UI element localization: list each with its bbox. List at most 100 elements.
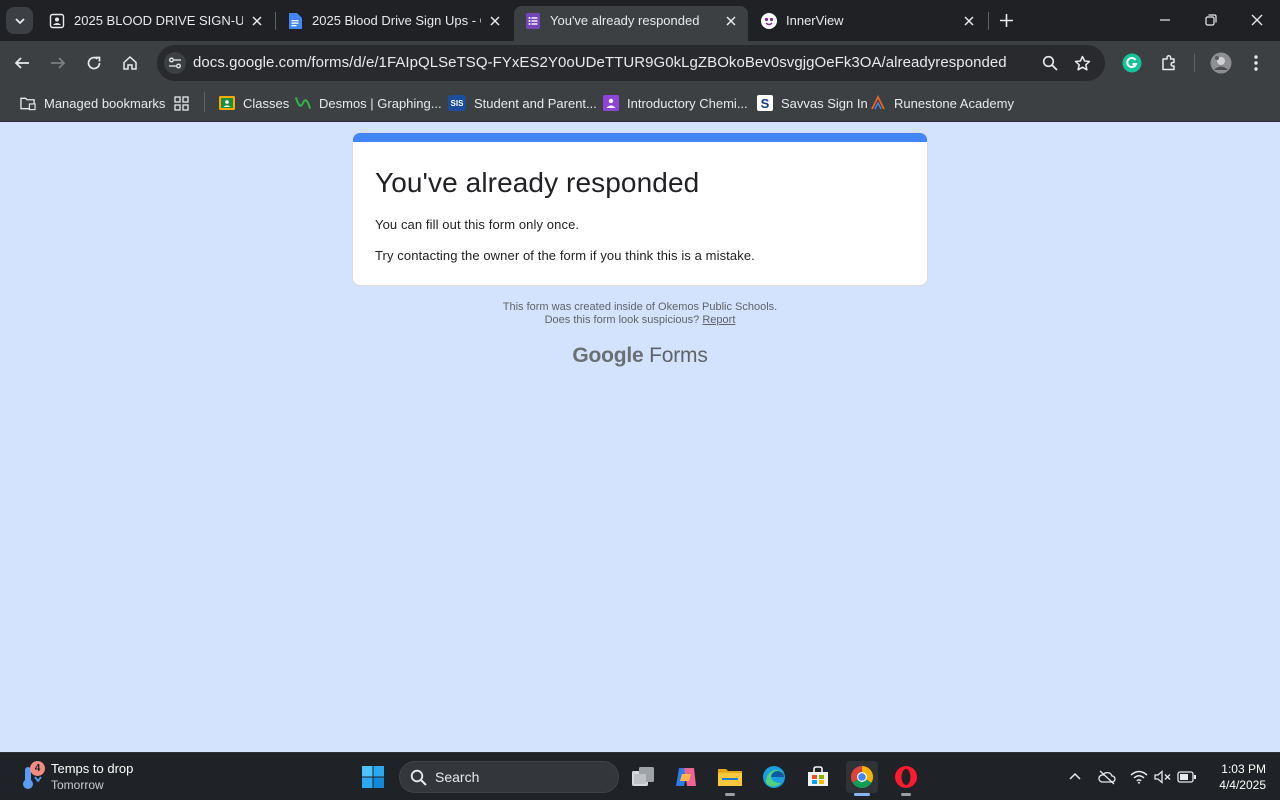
bookmark-star-icon[interactable]: [1073, 54, 1091, 72]
browser-menu-button[interactable]: [1244, 51, 1268, 75]
site-info-icon[interactable]: [164, 52, 186, 74]
bookmark-desmos[interactable]: Desmos | Graphing...: [295, 91, 442, 115]
desmos-icon: [295, 95, 311, 111]
volume-tray-button[interactable]: [1153, 767, 1173, 787]
google-docs-icon: [287, 12, 303, 29]
address-bar[interactable]: docs.google.com/forms/d/e/1FAIpQLSeTSQ-F…: [157, 45, 1105, 81]
start-button[interactable]: [357, 761, 389, 793]
profile-avatar[interactable]: [1209, 51, 1233, 75]
wifi-icon: [1130, 770, 1148, 784]
opera-icon: [895, 766, 917, 788]
tab-innerview[interactable]: InnerView: [750, 6, 986, 35]
zoom-search-icon[interactable]: [1041, 54, 1059, 72]
clock-time: 1:03 PM: [1221, 762, 1266, 776]
onedrive-tray-button[interactable]: [1097, 767, 1117, 787]
taskbar-search-box[interactable]: Search: [399, 761, 619, 793]
edge-button[interactable]: [758, 761, 790, 793]
home-icon: [123, 55, 137, 70]
back-button[interactable]: [10, 51, 34, 75]
suspicious-notice: Does this form look suspicious? Report: [352, 314, 928, 326]
tab-title: 2025 Blood Drive Sign Ups - Goo: [312, 13, 481, 28]
tab-blood-drive-doc[interactable]: 2025 Blood Drive Sign Ups - Goo: [276, 6, 512, 35]
report-link[interactable]: Report: [702, 314, 735, 326]
close-tab-icon[interactable]: [961, 13, 977, 29]
google-forms-icon: [525, 13, 541, 29]
store-icon: [808, 766, 828, 786]
task-view-button[interactable]: [627, 761, 659, 793]
tab-already-responded[interactable]: You've already responded: [514, 6, 748, 41]
new-tab-button[interactable]: [997, 11, 1015, 29]
system-clock[interactable]: 1:03 PM 4/4/2025: [1206, 761, 1266, 793]
bookmark-label: Runestone Academy: [894, 95, 1014, 111]
chevron-down-icon: [14, 17, 25, 24]
show-hidden-icons-button[interactable]: [1065, 767, 1085, 787]
restore-button[interactable]: [1201, 10, 1221, 30]
close-tab-icon[interactable]: [487, 13, 503, 29]
runestone-icon: [870, 95, 886, 111]
extensions-button[interactable]: [1157, 51, 1181, 75]
tab-title: InnerView: [786, 13, 844, 28]
restore-icon: [1205, 14, 1217, 26]
chemistry-course-icon: [603, 95, 619, 111]
thermometer-icon: 4: [18, 761, 45, 791]
copilot-button[interactable]: [670, 761, 702, 793]
form-created-notice: This form was created inside of Okemos P…: [502, 301, 778, 313]
close-icon: [1251, 14, 1263, 26]
browser-toolbar: docs.google.com/forms/d/e/1FAIpQLSeTSQ-F…: [0, 41, 1280, 85]
home-button[interactable]: [118, 51, 142, 75]
url-text[interactable]: docs.google.com/forms/d/e/1FAIpQLSeTSQ-F…: [193, 54, 1007, 71]
taskbar-search-label: Search: [435, 769, 480, 785]
bookmark-label: Classes: [243, 95, 290, 111]
apps-shortcut-button[interactable]: [173, 91, 189, 115]
microsoft-store-button[interactable]: [802, 761, 834, 793]
forms-wordmark: Forms: [649, 344, 708, 367]
bookmark-introductory-chemistry[interactable]: Introductory Chemi...: [603, 91, 748, 115]
message-contact-owner: Try contacting the owner of the form if …: [375, 248, 755, 263]
chrome-button[interactable]: [846, 761, 878, 796]
weather-badge: 4: [30, 761, 45, 776]
bookmark-label: Managed bookmarks: [44, 95, 166, 111]
copilot-icon: [676, 768, 696, 786]
tab-divider: [988, 12, 989, 30]
arrow-left-icon: [14, 57, 29, 69]
windows-logo-icon: [362, 766, 384, 788]
google-forms-logo[interactable]: Google Forms: [352, 344, 928, 368]
innerview-icon: [761, 12, 777, 29]
bookmark-label: Savvas Sign In: [781, 95, 868, 111]
tab-blood-drive-signups[interactable]: 2025 BLOOD DRIVE SIGN-UPS: [38, 6, 274, 35]
google-wordmark: Google: [572, 344, 644, 367]
search-icon: [410, 769, 427, 786]
tab-title: You've already responded: [550, 13, 700, 28]
bookmark-classes[interactable]: Classes: [219, 91, 289, 115]
edge-icon: [763, 766, 785, 788]
bookmark-managed[interactable]: Managed bookmarks: [20, 91, 165, 115]
reload-button[interactable]: [82, 51, 106, 75]
battery-tray-button[interactable]: [1177, 767, 1197, 787]
bookmark-student-parent[interactable]: SIS Student and Parent...: [448, 91, 597, 115]
file-explorer-button[interactable]: [714, 761, 746, 796]
task-view-icon: [632, 767, 654, 786]
grammarly-icon: [1122, 53, 1142, 73]
forward-button[interactable]: [46, 51, 70, 75]
bookmark-savvas[interactable]: S Savvas Sign In: [757, 91, 868, 115]
folder-managed-icon: [20, 95, 36, 111]
form-accent-bar: [353, 133, 927, 142]
tab-search-button[interactable]: [6, 7, 33, 34]
bookmarks-bar: Managed bookmarks Classes Desmos | Graph…: [0, 85, 1280, 122]
folder-icon: [718, 769, 742, 786]
opera-button[interactable]: [890, 761, 922, 796]
bookmark-runestone[interactable]: Runestone Academy: [870, 91, 1014, 115]
close-tab-icon[interactable]: [249, 13, 265, 29]
tab-strip: 2025 BLOOD DRIVE SIGN-UPS 2025 Blood Dri…: [0, 0, 1280, 41]
suspicious-question: Does this form look suspicious?: [544, 314, 700, 326]
savvas-icon: S: [757, 95, 773, 111]
close-window-button[interactable]: [1247, 10, 1267, 30]
wifi-tray-button[interactable]: [1129, 767, 1149, 787]
volume-muted-icon: [1154, 770, 1171, 784]
google-classroom-icon: [219, 95, 235, 111]
grammarly-extension-button[interactable]: [1120, 51, 1144, 75]
minimize-button[interactable]: [1155, 10, 1175, 30]
weather-widget[interactable]: 4 Temps to drop Tomorrow: [18, 761, 133, 793]
active-indicator: [854, 793, 870, 796]
close-tab-icon[interactable]: [723, 13, 739, 29]
